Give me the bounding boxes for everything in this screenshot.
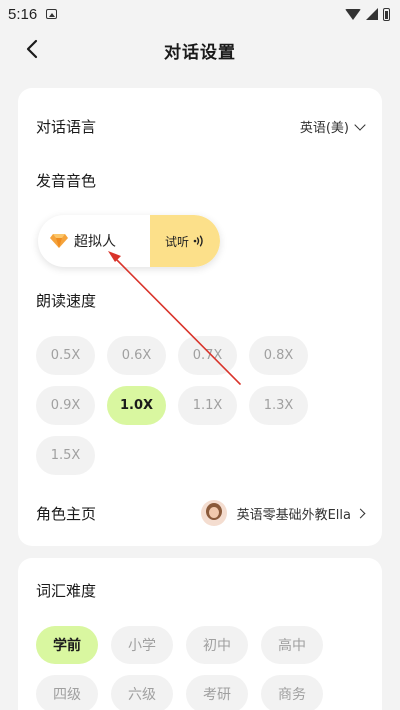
speed-option-1-3x[interactable]: 1.3X bbox=[249, 386, 308, 425]
conversation-language-value: 英语(美) bbox=[299, 121, 349, 136]
status-bar: 5:16 bbox=[0, 0, 400, 28]
vocab-option-business[interactable]: 商务 bbox=[261, 675, 323, 710]
speed-option-0-5x[interactable]: 0.5X bbox=[36, 336, 95, 375]
signal-icon bbox=[366, 8, 378, 20]
speed-row: 朗读速度 bbox=[36, 290, 364, 311]
vocab-option-primary[interactable]: 小学 bbox=[111, 626, 173, 664]
speed-option-0-8x[interactable]: 0.8X bbox=[249, 336, 308, 375]
try-listen-button[interactable]: 试听 bbox=[150, 215, 220, 267]
speed-option-0-6x[interactable]: 0.6X bbox=[107, 336, 166, 375]
settings-card: 对话语言 英语(美) 发音音色 超拟人 试听 朗读速度 0.5X 0.6X 0.… bbox=[18, 88, 382, 546]
image-notification-icon bbox=[46, 9, 58, 19]
speed-option-1-0x[interactable]: 1.0X bbox=[107, 386, 166, 425]
gem-icon bbox=[50, 234, 68, 248]
conversation-language-row[interactable]: 对话语言 英语(美) bbox=[36, 116, 366, 137]
voice-label: 发音音色 bbox=[36, 172, 97, 190]
speed-option-0-7x[interactable]: 0.7X bbox=[178, 336, 237, 375]
conversation-language-dropdown[interactable]: 英语(美) bbox=[299, 117, 366, 136]
avatar bbox=[200, 500, 227, 526]
vocabulary-card: 词汇难度 学前 小学 初中 高中 四级 六级 考研 商务 bbox=[18, 558, 382, 710]
speed-option-0-9x[interactable]: 0.9X bbox=[36, 386, 95, 425]
voice-select[interactable]: 超拟人 bbox=[38, 215, 150, 267]
vocab-option-senior-high[interactable]: 高中 bbox=[261, 626, 323, 664]
page-title: 对话设置 bbox=[164, 42, 236, 63]
role-link[interactable]: 英语零基础外教Ella bbox=[200, 500, 366, 526]
vocab-option-cet6[interactable]: 六级 bbox=[111, 675, 173, 710]
vocab-option-junior-high[interactable]: 初中 bbox=[186, 626, 248, 664]
speed-options: 0.5X 0.6X 0.7X 0.8X 0.9X 1.0X 1.1X 1.3X … bbox=[36, 336, 346, 475]
speed-label: 朗读速度 bbox=[36, 292, 97, 310]
role-label: 角色主页 bbox=[36, 504, 97, 523]
vocab-option-postgrad[interactable]: 考研 bbox=[186, 675, 248, 710]
header: 对话设置 bbox=[0, 30, 400, 70]
voice-name: 超拟人 bbox=[74, 234, 116, 250]
vocabulary-options: 学前 小学 初中 高中 四级 六级 考研 商务 bbox=[36, 626, 366, 710]
speed-option-1-1x[interactable]: 1.1X bbox=[178, 386, 237, 425]
role-value: 英语零基础外教Ella bbox=[236, 507, 351, 523]
vocab-option-preschool[interactable]: 学前 bbox=[36, 626, 98, 664]
try-listen-label: 试听 bbox=[164, 234, 189, 249]
chevron-right-icon bbox=[355, 508, 366, 518]
status-time: 5:16 bbox=[8, 5, 38, 23]
role-row[interactable]: 角色主页 英语零基础外教Ella bbox=[36, 500, 366, 526]
wifi-icon bbox=[345, 8, 361, 20]
vocabulary-row: 词汇难度 bbox=[36, 580, 364, 601]
voice-row: 发音音色 bbox=[36, 170, 364, 191]
sound-wave-icon bbox=[193, 235, 203, 247]
speed-option-1-5x[interactable]: 1.5X bbox=[36, 436, 95, 475]
back-arrow-icon[interactable] bbox=[22, 38, 44, 60]
voice-option[interactable]: 超拟人 试听 bbox=[38, 215, 220, 267]
battery-icon bbox=[383, 7, 390, 21]
status-icons bbox=[345, 7, 390, 21]
conversation-language-label: 对话语言 bbox=[36, 118, 97, 136]
vocabulary-label: 词汇难度 bbox=[36, 582, 97, 600]
chevron-down-icon bbox=[354, 118, 366, 131]
vocab-option-cet4[interactable]: 四级 bbox=[36, 675, 98, 710]
